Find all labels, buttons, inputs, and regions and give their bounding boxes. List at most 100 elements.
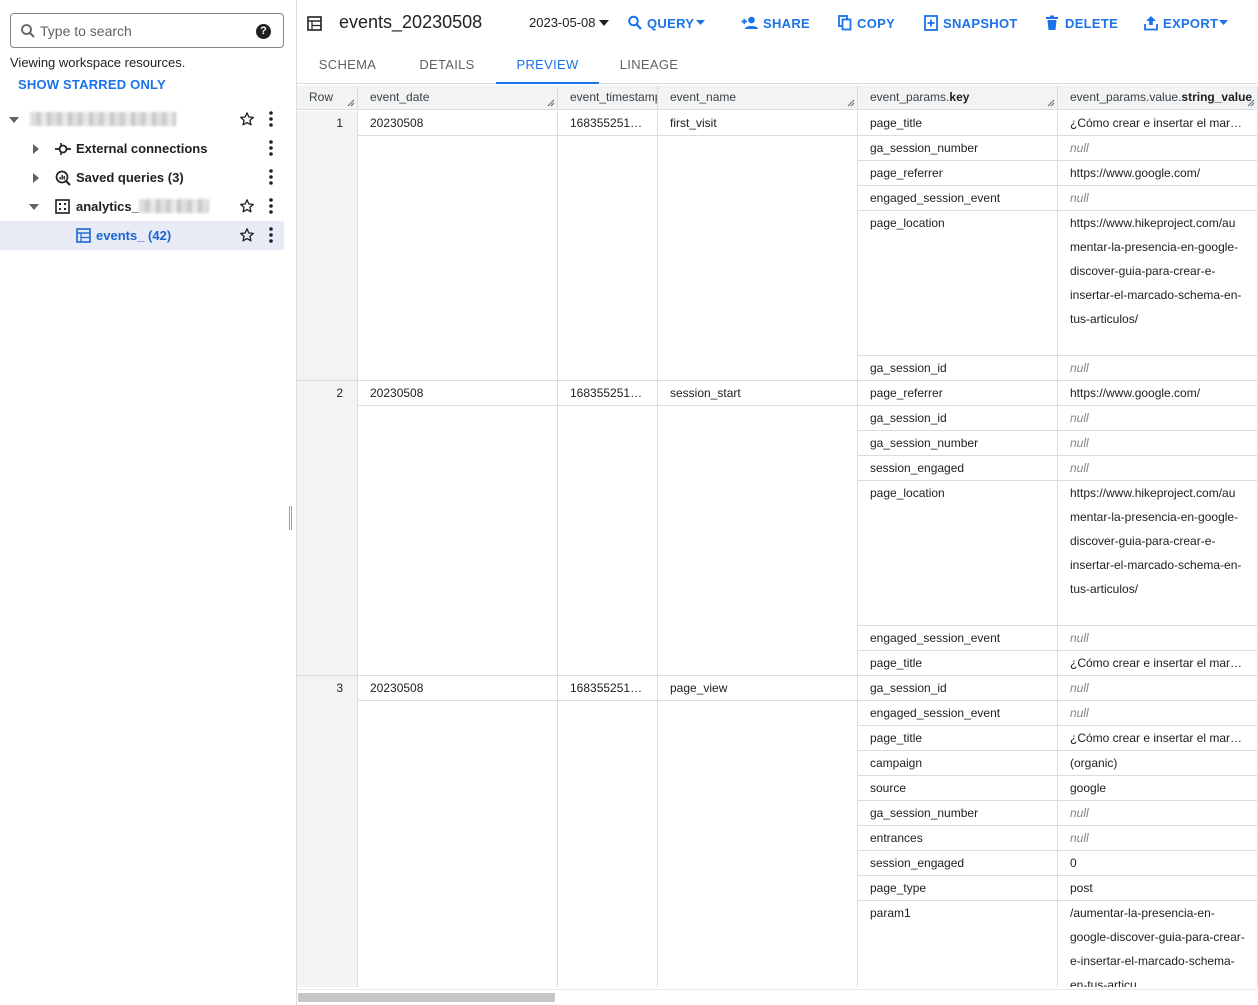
more-vert-icon[interactable]	[269, 111, 273, 127]
cell-param-key[interactable]: ga_session_id	[858, 676, 1058, 701]
help-icon[interactable]: ?	[256, 24, 271, 39]
cell-param-value[interactable]: null	[1058, 136, 1258, 161]
cell-param-key[interactable]: engaged_session_event	[858, 626, 1058, 651]
cell-param-value[interactable]: null	[1058, 431, 1258, 456]
cell-param-key[interactable]: ga_session_number	[858, 431, 1058, 456]
cell-param-value[interactable]: null	[1058, 186, 1258, 211]
cell-param-key[interactable]: source	[858, 776, 1058, 801]
tree-item-events-table[interactable]: events_ (42)	[0, 221, 284, 250]
cell-param-value[interactable]: null	[1058, 626, 1258, 651]
search-input[interactable]	[40, 20, 250, 42]
cell-event-name[interactable]: page_view	[658, 676, 858, 701]
cell-event-timestamp[interactable]: 168355251…	[558, 111, 658, 136]
cell-param-key[interactable]: session_engaged	[858, 456, 1058, 481]
more-vert-icon[interactable]	[269, 198, 273, 214]
cell-event-name[interactable]: session_start	[658, 381, 858, 406]
cell-param-key[interactable]: ga_session_id	[858, 406, 1058, 431]
cell-event-date[interactable]: 20230508	[358, 111, 558, 136]
more-vert-icon[interactable]	[269, 169, 273, 185]
cell-param-key[interactable]: ga_session_id	[858, 356, 1058, 381]
star-icon[interactable]	[239, 198, 255, 214]
tab-details[interactable]: DETAILS	[398, 46, 496, 84]
column-header-param-key[interactable]: event_params.key	[858, 86, 1058, 110]
tab-lineage[interactable]: LINEAGE	[599, 46, 699, 84]
cell-param-key[interactable]: campaign	[858, 751, 1058, 776]
export-button[interactable]: EXPORT	[1144, 15, 1234, 33]
cell-event-date[interactable]: 20230508	[358, 381, 558, 406]
cell-param-value[interactable]: ¿Cómo crear e insertar el marc…	[1058, 651, 1258, 676]
star-icon[interactable]	[239, 111, 255, 127]
cell-event-timestamp[interactable]: 168355251…	[558, 381, 658, 406]
cell-param-value[interactable]: google	[1058, 776, 1258, 801]
cell-event-timestamp[interactable]: 168355251…	[558, 676, 658, 701]
date-selector[interactable]: 2023-05-08	[529, 15, 596, 30]
show-starred-only-link[interactable]: SHOW STARRED ONLY	[18, 77, 166, 92]
cell-param-value[interactable]: https://www.google.com/	[1058, 161, 1258, 186]
cell-param-key[interactable]: page_title	[858, 111, 1058, 136]
query-button[interactable]: QUERY	[628, 15, 708, 33]
cell-param-key[interactable]: page_type	[858, 876, 1058, 901]
cell-param-key[interactable]: page_title	[858, 651, 1058, 676]
share-button[interactable]: SHARE	[741, 15, 810, 33]
chevron-down-icon[interactable]	[8, 114, 20, 126]
cell-param-key[interactable]: page_title	[858, 726, 1058, 751]
tree-item-project[interactable]	[0, 105, 284, 134]
tree-item-external-connections[interactable]: External connections	[0, 134, 284, 163]
cell-param-key[interactable]: engaged_session_event	[858, 701, 1058, 726]
column-header-event-name[interactable]: event_name	[658, 86, 858, 110]
snapshot-button[interactable]: SNAPSHOT	[924, 15, 1017, 33]
cell-param-value[interactable]: https://www.hikeproject.com/aumentar-la-…	[1058, 481, 1258, 626]
cell-param-value[interactable]: 0	[1058, 851, 1258, 876]
cell-param-value[interactable]: ¿Cómo crear e insertar el marc…	[1058, 111, 1258, 136]
tab-preview[interactable]: PREVIEW	[496, 46, 599, 84]
cell-param-key[interactable]: ga_session_number	[858, 801, 1058, 826]
cell-param-key[interactable]: page_referrer	[858, 381, 1058, 406]
column-header-event-date[interactable]: event_date	[358, 86, 558, 110]
star-icon[interactable]	[239, 227, 255, 243]
chevron-down-icon[interactable]	[28, 201, 40, 213]
cell-param-value[interactable]: /aumentar-la-presencia-en-google-discove…	[1058, 901, 1258, 987]
cell-param-value[interactable]: null	[1058, 826, 1258, 851]
cell-param-key[interactable]: page_location	[858, 211, 1058, 356]
column-header-param-value[interactable]: event_params.value.string_value	[1058, 86, 1258, 110]
delete-button[interactable]: DELETE	[1046, 15, 1118, 33]
column-resize-icon[interactable]	[1247, 99, 1255, 107]
column-resize-icon[interactable]	[1047, 99, 1055, 107]
chevron-right-icon[interactable]	[30, 172, 42, 184]
cell-param-value[interactable]: null	[1058, 801, 1258, 826]
cell-param-key[interactable]: page_referrer	[858, 161, 1058, 186]
caret-down-icon[interactable]	[599, 20, 609, 26]
cell-param-value[interactable]: (organic)	[1058, 751, 1258, 776]
cell-param-key[interactable]: ga_session_number	[858, 136, 1058, 161]
cell-event-date[interactable]: 20230508	[358, 676, 558, 701]
more-vert-icon[interactable]	[269, 227, 273, 243]
cell-param-key[interactable]: param1	[858, 901, 1058, 987]
cell-param-value[interactable]: null	[1058, 456, 1258, 481]
scrollbar-thumb[interactable]	[298, 993, 555, 1002]
cell-param-value[interactable]: ¿Cómo crear e insertar el marc…	[1058, 726, 1258, 751]
cell-param-value[interactable]: null	[1058, 701, 1258, 726]
cell-param-value[interactable]: null	[1058, 356, 1258, 381]
column-resize-icon[interactable]	[547, 99, 555, 107]
tab-schema[interactable]: SCHEMA	[297, 46, 398, 84]
chevron-right-icon[interactable]	[30, 143, 42, 155]
cell-param-value[interactable]: null	[1058, 676, 1258, 701]
column-resize-icon[interactable]	[347, 99, 355, 107]
column-resize-icon[interactable]	[847, 99, 855, 107]
cell-event-name[interactable]: first_visit	[658, 111, 858, 136]
cell-param-value[interactable]: https://www.google.com/	[1058, 381, 1258, 406]
cell-param-value[interactable]: null	[1058, 406, 1258, 431]
tree-item-saved-queries[interactable]: Saved queries (3)	[0, 163, 284, 192]
panel-resize-handle[interactable]	[289, 506, 292, 530]
column-header-row[interactable]: Row	[297, 86, 358, 110]
tree-item-dataset[interactable]: analytics_	[0, 192, 284, 221]
copy-button[interactable]: COPY	[838, 15, 895, 33]
more-vert-icon[interactable]	[269, 140, 273, 156]
column-header-event-timestamp[interactable]: event_timestamp	[558, 86, 658, 110]
cell-param-key[interactable]: entrances	[858, 826, 1058, 851]
horizontal-scrollbar[interactable]	[297, 989, 1258, 1005]
search-box[interactable]: ?	[10, 13, 284, 48]
cell-param-key[interactable]: session_engaged	[858, 851, 1058, 876]
cell-param-value[interactable]: https://www.hikeproject.com/aumentar-la-…	[1058, 211, 1258, 356]
cell-param-key[interactable]: engaged_session_event	[858, 186, 1058, 211]
